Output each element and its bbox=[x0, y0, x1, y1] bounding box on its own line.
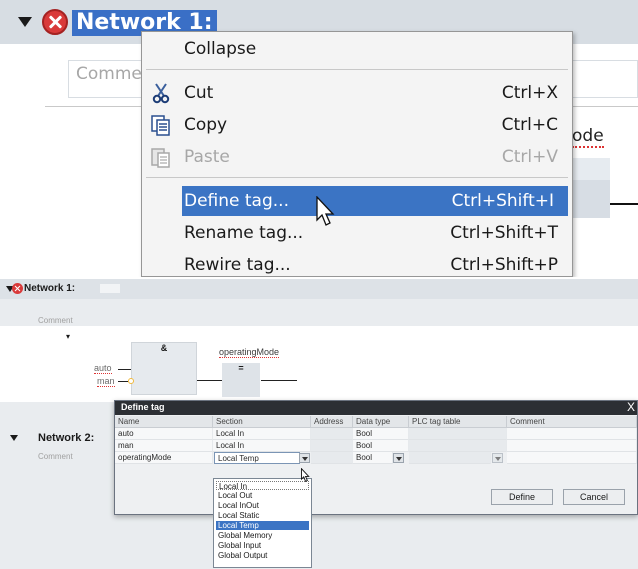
cell-section[interactable]: Local In bbox=[213, 428, 311, 440]
dropdown-option[interactable]: Local InOut bbox=[216, 501, 309, 510]
menu-item-shortcut: Ctrl+Shift+P bbox=[450, 255, 558, 275]
operand-label-partial: ode bbox=[572, 126, 604, 148]
menu-item-paste[interactable]: Paste Ctrl+V bbox=[142, 142, 572, 172]
mouse-cursor-icon bbox=[316, 196, 335, 226]
cell-comment[interactable] bbox=[507, 428, 637, 440]
cell-data-type[interactable]: Bool bbox=[353, 452, 393, 464]
rung-marker-icon: ▾ bbox=[66, 332, 71, 341]
cell-address[interactable] bbox=[311, 428, 353, 440]
cell-comment[interactable] bbox=[507, 440, 637, 452]
column-header: Address bbox=[311, 416, 353, 428]
network-comment[interactable]: Comment bbox=[38, 452, 73, 461]
error-icon bbox=[42, 9, 68, 35]
comment-placeholder: Comme bbox=[76, 64, 142, 84]
column-header: Data type bbox=[353, 416, 409, 428]
scissors-icon bbox=[152, 83, 170, 104]
menu-item-shortcut: Ctrl+X bbox=[501, 83, 558, 103]
menu-item-shortcut: Ctrl+V bbox=[501, 147, 558, 167]
input-pin bbox=[118, 381, 128, 382]
output-wire bbox=[197, 380, 223, 381]
dropdown-option[interactable]: Local Out bbox=[216, 491, 309, 500]
negation-pin-icon bbox=[128, 378, 134, 384]
menu-item-cut[interactable]: Cut Ctrl+X bbox=[142, 78, 572, 108]
cancel-button[interactable]: Cancel bbox=[563, 489, 625, 505]
menu-item-label: Rewire tag... bbox=[184, 255, 291, 275]
cell-name[interactable]: auto bbox=[115, 428, 213, 440]
menu-item-rename-tag[interactable]: Rename tag... Ctrl+Shift+T bbox=[142, 218, 572, 248]
cell-comment[interactable] bbox=[507, 452, 637, 464]
network-comment[interactable]: Comment bbox=[38, 316, 73, 325]
dialog-title: Define tag bbox=[121, 402, 165, 412]
error-icon bbox=[12, 283, 23, 294]
network-title-field[interactable] bbox=[100, 284, 120, 293]
mouse-cursor-icon bbox=[301, 468, 310, 483]
close-icon[interactable]: X bbox=[627, 400, 635, 414]
menu-item-label: Copy bbox=[184, 115, 228, 135]
cell-plc-tag-table[interactable] bbox=[409, 428, 507, 440]
define-button[interactable]: Define bbox=[491, 489, 553, 505]
cell-address[interactable] bbox=[311, 452, 353, 464]
menu-item-copy[interactable]: Copy Ctrl+C bbox=[142, 110, 572, 140]
cell-data-type[interactable]: Bool bbox=[353, 440, 409, 452]
cell-plc-tag-table[interactable] bbox=[409, 440, 507, 452]
column-header: Name bbox=[115, 416, 213, 428]
output-wire bbox=[261, 380, 297, 381]
menu-item-label: Collapse bbox=[184, 39, 257, 59]
cell-name[interactable]: operatingMode bbox=[115, 452, 213, 464]
menu-separator bbox=[146, 177, 568, 178]
dropdown-option[interactable]: Global Output bbox=[216, 551, 309, 560]
output-operand[interactable]: operatingMode bbox=[219, 347, 280, 358]
dropdown-option[interactable]: Local Static bbox=[216, 511, 309, 520]
menu-item-label: Cut bbox=[184, 83, 214, 103]
dropdown-option[interactable]: Global Input bbox=[216, 541, 309, 550]
section-select[interactable]: Local Temp bbox=[214, 452, 300, 464]
menu-item-shortcut: Ctrl+Shift+I bbox=[451, 191, 554, 211]
menu-item-rewire-tag[interactable]: Rewire tag... Ctrl+Shift+P bbox=[142, 250, 572, 277]
section-dropdown-button[interactable] bbox=[299, 453, 310, 463]
input-operand-man[interactable]: man bbox=[97, 376, 115, 387]
paste-icon bbox=[151, 148, 170, 168]
dialog-title-bar[interactable] bbox=[115, 401, 637, 415]
menu-item-define-tag[interactable]: Define tag... Ctrl+Shift+I bbox=[182, 186, 568, 216]
network-header bbox=[0, 279, 638, 299]
bottom-editor-panel: Network 1: Comment ▾ & auto man operatin… bbox=[0, 279, 638, 569]
menu-item-shortcut: Ctrl+Shift+T bbox=[450, 223, 558, 243]
dropdown-option[interactable]: Local In bbox=[216, 481, 309, 491]
cell-name[interactable]: man bbox=[115, 440, 213, 452]
menu-separator bbox=[146, 69, 568, 70]
dropdown-option-selected[interactable]: Local Temp bbox=[216, 521, 309, 530]
cell-section[interactable]: Local In bbox=[213, 440, 311, 452]
output-wire bbox=[610, 203, 638, 205]
instruction-box-body bbox=[572, 180, 610, 218]
network-title[interactable]: Network 2: bbox=[38, 432, 94, 444]
copy-icon bbox=[151, 115, 170, 136]
data-type-dropdown-button[interactable] bbox=[393, 453, 404, 463]
section-dropdown-list: Local In Local Out Local InOut Local Sta… bbox=[213, 478, 312, 568]
top-editor-panel: Network 1: Comme ode Collapse Cut Ctrl+X bbox=[0, 0, 638, 277]
cell-plc-tag-table[interactable] bbox=[409, 452, 491, 464]
menu-item-label: Paste bbox=[184, 147, 230, 167]
column-header: Comment bbox=[507, 416, 637, 428]
context-menu: Collapse Cut Ctrl+X Copy Ctrl+C Paste Ct… bbox=[141, 31, 573, 277]
plc-tag-table-dropdown-button[interactable] bbox=[492, 453, 503, 463]
input-pin bbox=[118, 369, 131, 370]
column-header: Section bbox=[213, 416, 311, 428]
collapse-triangle-icon[interactable] bbox=[10, 435, 18, 441]
cell-address[interactable] bbox=[311, 440, 353, 452]
menu-item-label: Define tag... bbox=[184, 191, 289, 211]
cell-data-type[interactable]: Bool bbox=[353, 428, 409, 440]
menu-item-label: Rename tag... bbox=[184, 223, 304, 243]
define-tag-dialog: Define tag X Name Section Address Data t… bbox=[114, 400, 638, 515]
column-header: PLC tag table bbox=[409, 416, 507, 428]
collapse-triangle-icon[interactable] bbox=[18, 17, 32, 27]
network-title[interactable]: Network 1: bbox=[24, 283, 75, 294]
and-block-label: & bbox=[160, 343, 168, 353]
input-operand-auto[interactable]: auto bbox=[94, 363, 112, 374]
menu-item-collapse[interactable]: Collapse bbox=[142, 34, 572, 64]
assign-block-label: = bbox=[238, 363, 244, 373]
dropdown-option[interactable]: Global Memory bbox=[216, 531, 309, 540]
menu-item-shortcut: Ctrl+C bbox=[501, 115, 558, 135]
